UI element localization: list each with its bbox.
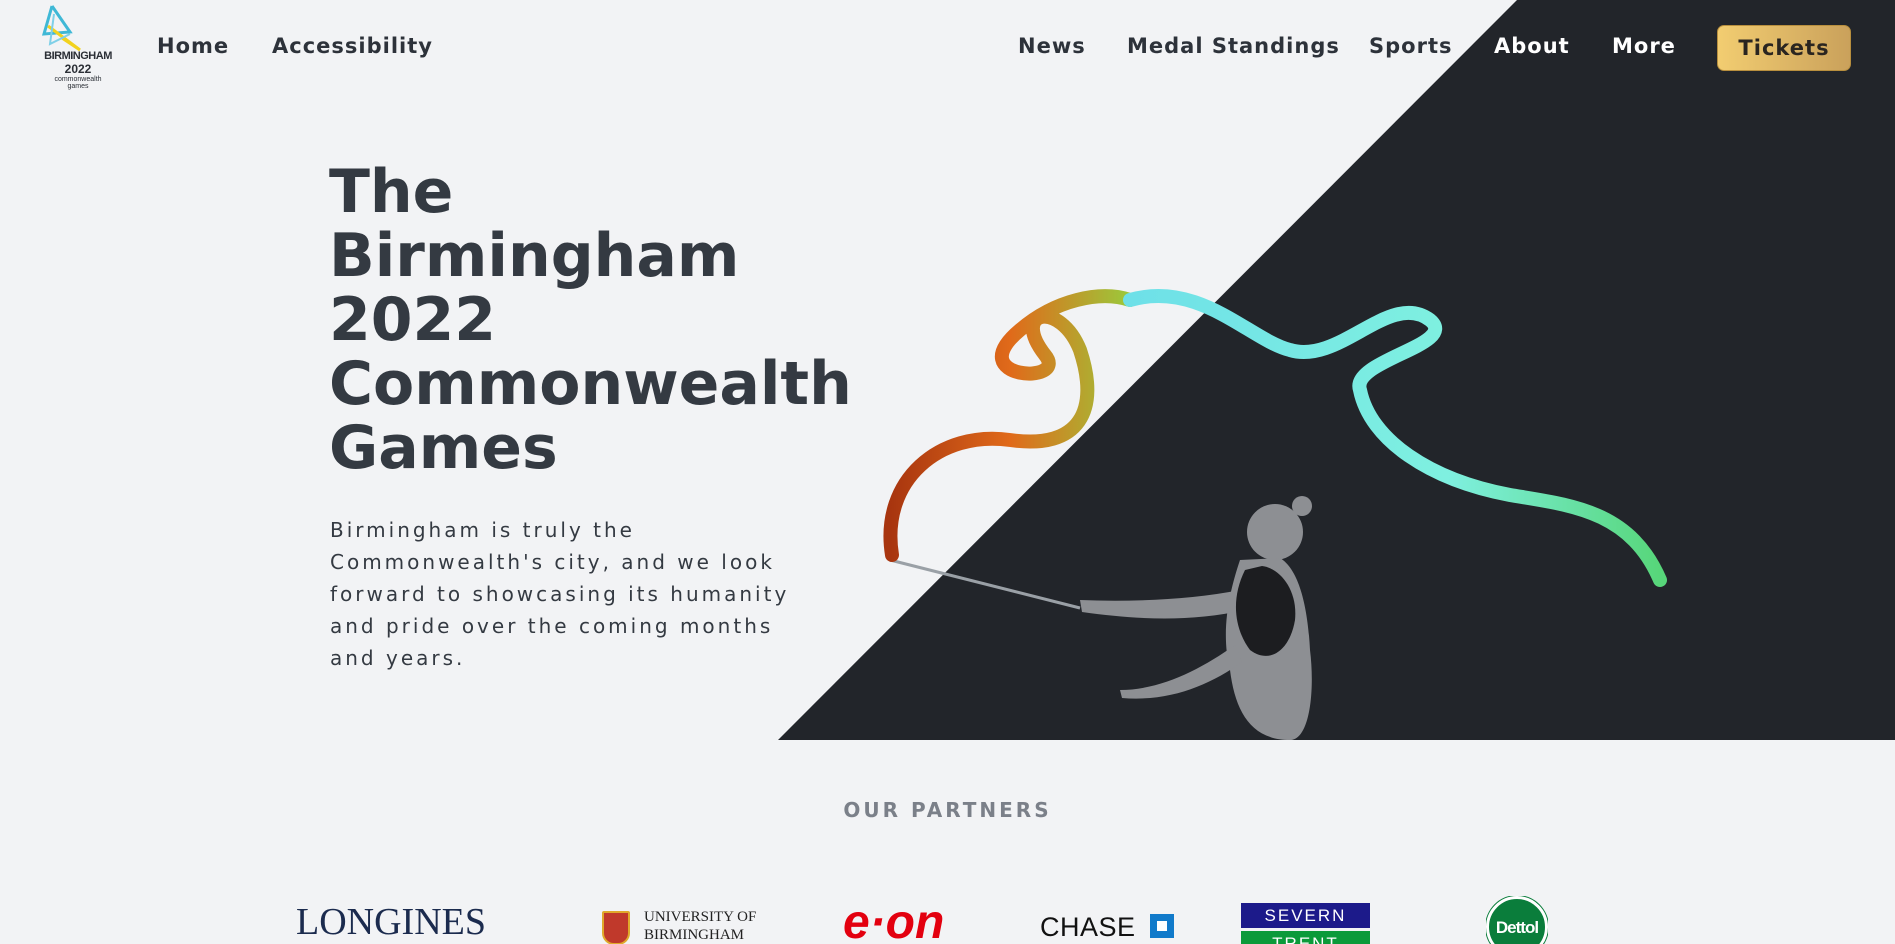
nav-medal-standings[interactable]: Medal Standings [1127, 34, 1340, 58]
hero-title: The Birmingham 2022 Commonwealth Games [329, 157, 852, 483]
site-header: BIRMINGHAM 2022 commonwealth games Home … [0, 0, 1895, 96]
nav-about[interactable]: About [1494, 34, 1570, 58]
partner-eon-logo[interactable]: e·on [843, 898, 973, 944]
hero-title-line: Commonwealth [329, 349, 852, 419]
dettol-wordmark: Dettol [1495, 918, 1539, 937]
nav-sports[interactable]: Sports [1369, 34, 1452, 58]
chase-octagon-icon [1150, 914, 1174, 938]
hero-description-line: forward to showcasing its humanity [330, 582, 790, 606]
logo-subtitle-line1: commonwealth [54, 76, 102, 83]
eon-wordmark: e·on [843, 898, 945, 944]
logo-triangle-icon [41, 5, 81, 52]
birmingham-2022-logo[interactable]: BIRMINGHAM 2022 commonwealth games [40, 4, 114, 90]
hero-description-line: and years. [330, 646, 466, 670]
partner-dettol-logo[interactable]: Dettol [1486, 896, 1548, 944]
logo-subtitle: commonwealth games [42, 76, 114, 90]
chase-wordmark: CHASE [1040, 912, 1136, 942]
logo-year: 2022 [64, 62, 92, 76]
nav-home[interactable]: Home [157, 34, 229, 58]
university-crest-icon [602, 911, 630, 944]
gymnast-ribbon-image [883, 288, 1667, 740]
longines-wordmark: LONGINES [296, 902, 486, 943]
partner-chase-logo[interactable]: CHASE [1040, 912, 1180, 944]
hero-title-line: The [329, 157, 454, 227]
uob-line2: BIRMINGHAM [644, 927, 745, 943]
nav-more[interactable]: More [1612, 34, 1676, 58]
partner-longines-logo[interactable]: LONGINES [296, 902, 510, 944]
tickets-button[interactable]: Tickets [1717, 25, 1851, 71]
hero-title-line: 2022 [329, 285, 496, 355]
logo-subtitle-line2: games [67, 83, 89, 90]
hero-title-line: Birmingham [329, 221, 740, 291]
hero-description-line: and pride over the coming months [330, 614, 774, 638]
severn-label: SEVERN [1241, 903, 1370, 928]
partner-university-of-birmingham-logo[interactable]: UNIVERSITY OF BIRMINGHAM [600, 905, 760, 944]
hero-description-line: Birmingham is truly the [330, 518, 635, 542]
hero-title-line: Games [329, 413, 558, 483]
uob-line1: UNIVERSITY OF [644, 909, 757, 925]
nav-accessibility[interactable]: Accessibility [272, 34, 433, 58]
partners-heading: OUR PARTNERS [843, 798, 1052, 822]
trent-label: TRENT [1241, 931, 1370, 944]
nav-news[interactable]: News [1018, 34, 1086, 58]
hero-description-line: Commonwealth's city, and we look [330, 550, 775, 574]
hero-description: Birmingham is truly the Commonwealth's c… [330, 514, 850, 674]
partner-severn-trent-logo[interactable]: SEVERN TRENT [1241, 903, 1370, 944]
logo-wordmark: BIRMINGHAM [44, 50, 112, 62]
